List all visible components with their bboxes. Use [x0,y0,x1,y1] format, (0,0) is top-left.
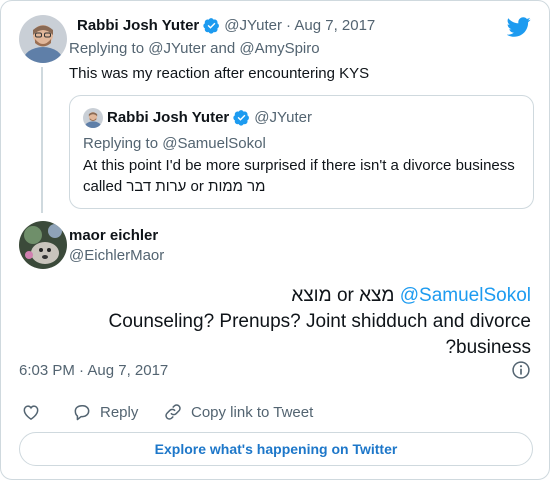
avatar-maor-eichler [19,221,67,269]
explore-twitter-button[interactable]: Explore what's happening on Twitter [19,432,533,466]
tweet-text-hebrew: מוצא or מצא [291,285,395,306]
reply-button[interactable]: Reply [72,401,138,423]
reply-label: Reply [100,403,139,421]
tweet-text-line: ?business [445,337,531,358]
avatar-josh-yuter-small [83,108,103,128]
author-name[interactable]: Rabbi Josh Yuter [77,17,199,34]
replying-to-link[interactable]: @AmySpiro [239,40,319,57]
heart-icon [23,405,39,420]
explore-label: Explore what's happening on Twitter [154,441,398,457]
tweet-timestamp[interactable]: 6:03 PM · Aug 7, 2017 [19,362,168,379]
info-icon[interactable] [511,360,531,380]
tweet-text: This was my reaction after encountering … [69,65,370,82]
replying-to-link: @SamuelSokol [162,135,266,152]
copy-link-label: Copy link to Tweet [191,403,314,421]
replying-to: Replying to @JYuter and @AmySpiro [69,40,320,57]
replying-to-label: Replying to [83,135,163,152]
verified-badge-icon [233,110,250,126]
tweet-text: מוצא or מצא @SamuelSokol Counseling? Pre… [11,283,532,361]
author-handle[interactable]: @JYuter [224,17,282,34]
replying-to-link[interactable]: @JYuter [148,40,206,57]
avatar [83,108,103,128]
thread-connector-line [41,67,43,213]
tweet-embed-card: Rabbi Josh Yuter @JYuter · Aug 7, 2017 R… [0,0,550,480]
replying-to-label: Replying to [69,40,149,57]
author-handle[interactable]: @EichlerMaor [69,247,164,264]
quoted-tweet[interactable]: Rabbi Josh Yuter @JYuter Replying to @Sa… [69,95,534,209]
author-name[interactable]: maor eichler [69,227,158,244]
quoted-tweet-text-line: At this point I'd be more surprised if t… [83,157,515,174]
quoted-tweet-text-line: called ערות דבר or מר ממות [83,178,266,195]
twitter-bird-icon[interactable] [507,15,531,39]
tweet-text-line: Counseling? Prenups? Joint shidduch and … [108,311,532,332]
mention-link[interactable]: @SamuelSokol [400,285,531,306]
tweet-header: Rabbi Josh Yuter @JYuter · Aug 7, 2017 [77,17,375,34]
quoted-tweet-header: Rabbi Josh Yuter @JYuter [107,109,312,126]
avatar[interactable] [19,221,67,269]
author-name: Rabbi Josh Yuter [107,109,230,126]
like-button[interactable] [21,401,41,423]
replying-to: Replying to @SamuelSokol [83,135,266,152]
tweet-text-line: מוצא or מצא @SamuelSokol [11,283,531,309]
replying-to-and: and [205,40,240,57]
link-icon [165,404,181,420]
reply-bubble-icon [74,405,90,421]
author-handle: @JYuter [254,109,313,126]
avatar[interactable] [19,15,67,63]
avatar-josh-yuter [19,15,67,63]
copy-link-button[interactable]: Copy link to Tweet [163,401,313,423]
verified-badge-icon [203,18,220,34]
tweet-date[interactable]: · Aug 7, 2017 [286,17,375,34]
